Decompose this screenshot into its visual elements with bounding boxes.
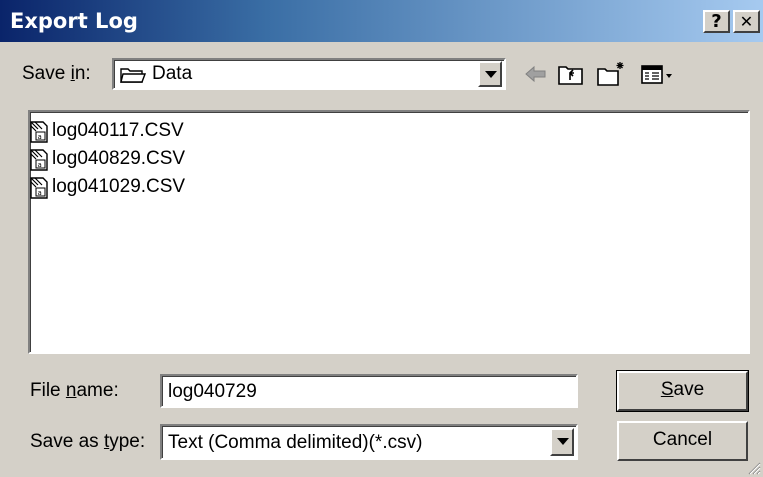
resize-grip-icon[interactable]	[747, 461, 761, 475]
file-name-value: log040729	[168, 381, 257, 402]
view-menu-icon[interactable]	[640, 60, 676, 88]
csv-file-icon: a	[30, 121, 48, 143]
file-name-label-tail: ame:	[76, 380, 119, 401]
file-name-label-text: File	[30, 380, 66, 401]
save-as-type-combo[interactable]: Text (Comma delimited)(*.csv)	[160, 424, 578, 460]
file-list[interactable]: a log040117.CSV a log040829.CSV a log041…	[28, 110, 750, 354]
svg-text:a: a	[38, 189, 42, 197]
title-bar[interactable]: Export Log ? ✕	[0, 0, 763, 42]
save-in-combo[interactable]: Data	[112, 58, 506, 90]
window-title: Export Log	[10, 9, 138, 33]
save-button[interactable]: Save	[616, 370, 749, 412]
close-button[interactable]: ✕	[733, 10, 760, 33]
file-name-label-accel: n	[65, 380, 77, 401]
save-as-type-label: Save as type:	[30, 431, 145, 453]
csv-file-icon: a	[30, 149, 48, 171]
svg-text:a: a	[38, 133, 42, 141]
save-in-label-text: Save	[22, 63, 71, 84]
save-as-type-dropdown-button[interactable]	[550, 428, 574, 456]
folder-icon	[120, 68, 146, 83]
save-in-value: Data	[152, 63, 193, 84]
help-button[interactable]: ?	[703, 10, 730, 33]
save-in-label: Save in:	[22, 63, 91, 85]
help-icon: ?	[711, 11, 722, 32]
create-new-folder-icon[interactable]	[596, 60, 626, 88]
file-name: log041029.CSV	[52, 176, 186, 197]
save-button-label: ave	[673, 379, 705, 400]
svg-text:a: a	[38, 161, 42, 169]
file-name: log040117.CSV	[52, 120, 184, 141]
save-as-type-label-text: Save as	[30, 431, 104, 452]
cancel-button-label: Cancel	[652, 429, 713, 450]
chevron-down-icon	[557, 438, 569, 445]
file-name-field[interactable]: log040729	[160, 374, 578, 408]
export-log-dialog: Export Log ? ✕ Save in: Data a log040117…	[0, 0, 763, 477]
save-button-accel: S	[660, 379, 674, 400]
chevron-down-icon	[485, 71, 497, 78]
file-name-label: File name:	[30, 380, 119, 402]
close-icon: ✕	[739, 12, 754, 31]
save-in-dropdown-button[interactable]	[478, 61, 502, 87]
save-as-type-value: Text (Comma delimited)(*.csv)	[168, 432, 423, 453]
save-in-label-tail: n:	[74, 63, 91, 84]
save-as-type-label-tail: ype:	[109, 431, 146, 452]
up-one-level-icon[interactable]	[556, 60, 586, 88]
cancel-button[interactable]: Cancel	[617, 421, 748, 461]
file-name: log040829.CSV	[52, 148, 186, 169]
back-arrow-icon[interactable]	[520, 60, 550, 88]
csv-file-icon: a	[30, 177, 48, 199]
